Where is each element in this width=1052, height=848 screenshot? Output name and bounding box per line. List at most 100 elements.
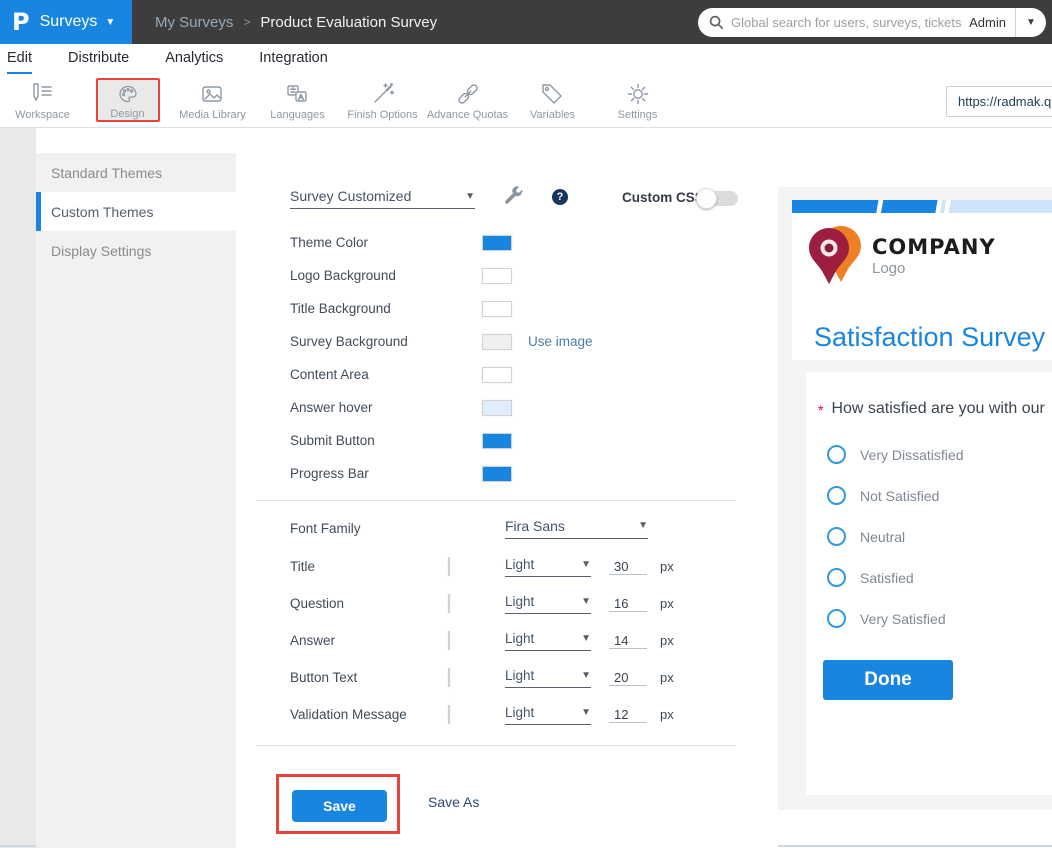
answer-hover-swatch[interactable] <box>482 400 512 416</box>
chevron-down-icon: ▼ <box>465 191 475 202</box>
chevron-down-icon: ▼ <box>638 520 648 531</box>
title-weight-select[interactable]: Light▼ <box>505 557 591 577</box>
submit-button-swatch[interactable] <box>482 433 512 449</box>
save-button[interactable]: Save <box>292 790 387 822</box>
color-row-content-area: Content Area <box>290 358 760 391</box>
validation-message-color-swatch[interactable] <box>448 705 450 724</box>
theme-preview-panel: COMPANY Logo Satisfaction Survey * How s… <box>778 187 1052 810</box>
toolbar-item-workspace[interactable]: Workspace <box>15 77 70 121</box>
breadcrumb-separator: > <box>243 15 250 29</box>
survey-url-field[interactable] <box>946 86 1052 117</box>
answer-options: Very Dissatisfied Not Satisfied Neutral … <box>806 434 1052 639</box>
wrench-icon <box>502 186 524 208</box>
tab-analytics[interactable]: Analytics <box>165 50 223 72</box>
chevron-down-icon: ▼ <box>581 559 591 570</box>
option-neutral[interactable]: Neutral <box>806 516 1052 557</box>
button-text-color-swatch[interactable] <box>448 668 450 687</box>
app-name: Surveys <box>40 13 98 31</box>
use-image-link[interactable]: Use image <box>528 334 593 349</box>
toolbar-item-design[interactable]: Design <box>96 78 160 122</box>
theme-select[interactable]: Survey Customized ▼ <box>290 188 475 209</box>
preview-header: COMPANY Logo Satisfaction Survey <box>792 200 1052 360</box>
question-weight-select[interactable]: Light▼ <box>505 594 591 614</box>
chevron-down-icon: ▼ <box>105 17 115 28</box>
radio-icon[interactable] <box>827 568 846 587</box>
theme-color-swatch[interactable] <box>482 235 512 251</box>
toolbar-item-variables[interactable]: Variables <box>530 77 575 121</box>
font-family-select[interactable]: Fira Sans ▼ <box>505 518 648 539</box>
tab-distribute[interactable]: Distribute <box>68 50 129 72</box>
advance-quotas-icon <box>455 81 481 107</box>
tab-integration[interactable]: Integration <box>259 50 328 72</box>
company-logo-text: COMPANY Logo <box>872 235 996 277</box>
company-pin-icon <box>808 224 862 288</box>
answer-weight-select[interactable]: Light▼ <box>505 631 591 651</box>
question-text-row: * How satisfied are you with our <box>806 372 1052 418</box>
left-gutter <box>0 128 36 848</box>
font-row-question: Question Light▼ px <box>290 585 760 622</box>
option-not-satisfied[interactable]: Not Satisfied <box>806 475 1052 516</box>
toolbar-item-advance-quotas[interactable]: Advance Quotas <box>427 77 508 121</box>
toolbar-item-settings[interactable]: Settings <box>618 77 658 121</box>
font-row-title: Title Light▼ px <box>290 548 760 585</box>
answer-size-input[interactable] <box>609 633 647 649</box>
font-settings: Title Light▼ px Question Light▼ px Answe… <box>290 548 760 733</box>
question-color-swatch[interactable] <box>448 594 450 613</box>
languages-icon <box>284 81 310 107</box>
company-logo-subtitle: Logo <box>872 260 996 277</box>
question-size-input[interactable] <box>609 596 647 612</box>
toolbar-item-media-library[interactable]: Media Library <box>179 77 246 121</box>
answer-color-swatch[interactable] <box>448 631 450 650</box>
radio-icon[interactable] <box>827 486 846 505</box>
button-text-size-input[interactable] <box>609 670 647 686</box>
radio-icon[interactable] <box>827 445 846 464</box>
sidebar-item-display-settings[interactable]: Display Settings <box>36 231 236 270</box>
toolbar-item-languages[interactable]: Languages <box>270 77 324 121</box>
radio-icon[interactable] <box>827 609 846 628</box>
title-color-swatch[interactable] <box>448 557 450 576</box>
custom-css-toggle[interactable] <box>698 191 738 206</box>
preview-question-card: * How satisfied are you with our Very Di… <box>806 372 1052 795</box>
edit-theme-button[interactable] <box>502 186 524 213</box>
breadcrumb-current: Product Evaluation Survey <box>260 14 437 31</box>
app-switcher[interactable]: P Surveys ▼ <box>0 0 132 44</box>
radio-icon[interactable] <box>827 527 846 546</box>
color-row-answer-hover: Answer hover <box>290 391 760 424</box>
required-asterisk: * <box>818 400 823 418</box>
content-area-swatch[interactable] <box>482 367 512 383</box>
progress-bar-swatch[interactable] <box>482 466 512 482</box>
option-very-dissatisfied[interactable]: Very Dissatisfied <box>806 434 1052 475</box>
validation-message-weight-select[interactable]: Light▼ <box>505 705 591 725</box>
color-row-title-background: Title Background <box>290 292 760 325</box>
survey-nav-tabs: Edit Distribute Analytics Integration <box>0 44 1052 77</box>
chevron-down-icon: ▼ <box>581 670 591 681</box>
font-row-validation-message: Validation Message Light▼ px <box>290 696 760 733</box>
logo-background-swatch[interactable] <box>482 268 512 284</box>
button-text-weight-select[interactable]: Light▼ <box>505 668 591 688</box>
proprofs-logo-icon: P <box>12 8 30 36</box>
sidebar-item-standard-themes[interactable]: Standard Themes <box>36 153 236 192</box>
custom-css-label: Custom CSS <box>622 190 704 205</box>
sidebar-item-custom-themes[interactable]: Custom Themes <box>36 192 236 231</box>
preview-top-stripe <box>792 200 1052 213</box>
search-icon <box>709 15 724 30</box>
admin-chevron-down-icon[interactable]: ▼ <box>1016 17 1046 28</box>
save-as-link[interactable]: Save As <box>428 794 479 810</box>
help-icon[interactable]: ? <box>552 189 568 205</box>
option-very-satisfied[interactable]: Very Satisfied <box>806 598 1052 639</box>
color-settings: Theme Color Logo Background Title Backgr… <box>290 226 760 490</box>
done-button[interactable]: Done <box>823 660 953 700</box>
toolbar-item-finish-options[interactable]: Finish Options <box>347 77 417 121</box>
title-size-input[interactable] <box>609 559 647 575</box>
company-name: COMPANY <box>872 235 996 259</box>
tab-edit[interactable]: Edit <box>7 50 32 74</box>
title-background-swatch[interactable] <box>482 301 512 317</box>
validation-message-size-input[interactable] <box>609 707 647 723</box>
color-row-logo-background: Logo Background <box>290 259 760 292</box>
search-input[interactable] <box>731 15 969 30</box>
admin-menu[interactable]: Admin <box>969 15 1006 30</box>
global-search: Admin ▼ <box>698 8 1046 37</box>
breadcrumb-my-surveys[interactable]: My Surveys <box>155 14 233 31</box>
option-satisfied[interactable]: Satisfied <box>806 557 1052 598</box>
survey-background-swatch[interactable] <box>482 334 512 350</box>
